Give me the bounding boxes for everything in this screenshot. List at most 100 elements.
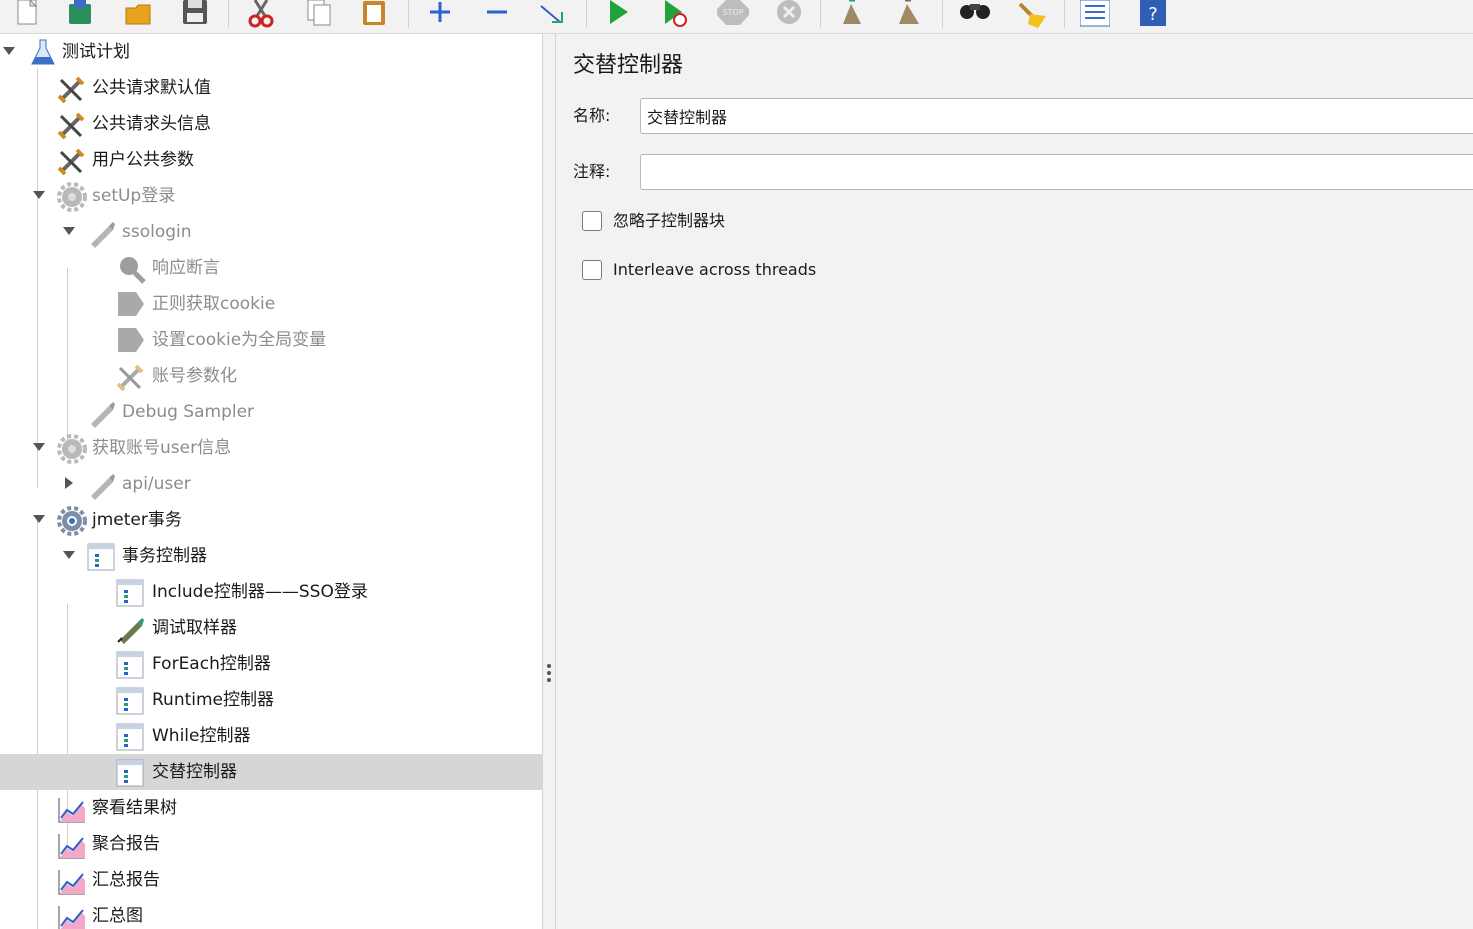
collapse-all-icon[interactable] <box>482 0 512 28</box>
splitter-grip-dot <box>547 664 551 668</box>
svg-text:?: ? <box>1148 4 1158 25</box>
config-tools-icon <box>57 74 87 104</box>
tree-node[interactable]: 事务控制器 <box>0 538 542 574</box>
stop-icon[interactable]: STOP <box>716 0 749 28</box>
tree-node-label: While控制器 <box>152 726 251 746</box>
config-tools-icon <box>57 146 87 176</box>
clear-all-icon[interactable] <box>895 0 925 28</box>
tree-node[interactable]: 察看结果树 <box>0 790 542 826</box>
tree-node[interactable]: 交替控制器 <box>0 754 542 790</box>
split-pane-divider[interactable] <box>543 34 556 929</box>
name-field[interactable] <box>640 98 1473 134</box>
tree-node[interactable]: 账号参数化 <box>0 358 542 394</box>
tree-node-label: ForEach控制器 <box>152 654 271 674</box>
shutdown-icon[interactable] <box>774 0 804 28</box>
tree-node[interactable]: 聚合报告 <box>0 826 542 862</box>
ignore-sub-controller-label: 忽略子控制器块 <box>613 211 726 230</box>
tree-node[interactable]: 调试取样器 <box>0 610 542 646</box>
tree-node-label: 账号参数化 <box>152 366 237 386</box>
expand-all-icon[interactable] <box>425 0 455 28</box>
post-processor-icon <box>116 326 146 356</box>
tree-node[interactable]: Debug Sampler <box>0 394 542 430</box>
expanded-triangle-icon[interactable] <box>63 551 75 559</box>
tree-node[interactable]: 获取账号user信息 <box>0 430 542 466</box>
tree-node[interactable]: setUp登录 <box>0 178 542 214</box>
tree-node[interactable]: 响应断言 <box>0 250 542 286</box>
tree-node-label: 用户公共参数 <box>92 150 194 170</box>
listener-graph-icon <box>57 866 87 896</box>
interleave-across-threads-label: Interleave across threads <box>613 260 817 279</box>
thread-group-gear-icon <box>57 506 87 536</box>
tree-node[interactable]: 汇总图 <box>0 898 542 929</box>
save-icon[interactable] <box>181 0 211 28</box>
help-icon[interactable]: ? <box>1140 0 1170 28</box>
controller-icon <box>87 542 117 572</box>
copy-icon[interactable] <box>304 0 334 28</box>
sampler-pen-icon <box>116 614 146 644</box>
tree-node-label: Runtime控制器 <box>152 690 275 710</box>
tree-node[interactable]: 设置cookie为全局变量 <box>0 322 542 358</box>
tree-node-label: 察看结果树 <box>92 798 177 818</box>
sampler-pen-icon <box>87 398 117 428</box>
tree-node[interactable]: jmeter事务 <box>0 502 542 538</box>
config-tools-icon <box>116 362 146 392</box>
splitter-grip-dot <box>547 678 551 682</box>
tree-node[interactable]: Include控制器——SSO登录 <box>0 574 542 610</box>
templates-icon[interactable] <box>66 0 96 28</box>
start-no-pauses-icon[interactable] <box>660 0 690 28</box>
tree-node[interactable]: While控制器 <box>0 718 542 754</box>
function-helper-icon[interactable] <box>1080 0 1110 28</box>
tree-node[interactable]: ssologin <box>0 214 542 250</box>
comment-field[interactable] <box>640 154 1473 190</box>
expanded-triangle-icon[interactable] <box>33 443 45 451</box>
controller-icon <box>116 686 146 716</box>
tree-node-label: Include控制器——SSO登录 <box>152 582 368 602</box>
search-icon[interactable] <box>958 0 990 28</box>
tree-node[interactable]: 用户公共参数 <box>0 142 542 178</box>
tree-node-label: Debug Sampler <box>122 402 255 422</box>
comment-label: 注释: <box>573 162 611 181</box>
tree-node-label: 公共请求头信息 <box>92 114 211 134</box>
tree-node-label: setUp登录 <box>92 186 176 206</box>
reset-search-icon[interactable] <box>1016 0 1046 28</box>
listener-graph-icon <box>57 902 87 929</box>
collapsed-triangle-icon[interactable] <box>65 477 73 489</box>
cut-icon[interactable] <box>246 0 276 28</box>
tree-node[interactable]: 汇总报告 <box>0 862 542 898</box>
listener-graph-icon <box>57 830 87 860</box>
controller-editor-panel: 交替控制器 名称: 注释: 忽略子控制器块 Interleave across … <box>556 34 1473 929</box>
name-label: 名称: <box>573 106 611 125</box>
tree-node[interactable]: Runtime控制器 <box>0 682 542 718</box>
tree-node-label: 汇总报告 <box>92 870 160 890</box>
open-folder-icon[interactable] <box>124 0 154 28</box>
start-icon[interactable] <box>604 0 634 28</box>
tree-node[interactable]: api/user <box>0 466 542 502</box>
new-document-icon[interactable] <box>12 0 42 28</box>
panel-title: 交替控制器 <box>573 53 684 78</box>
tree-node-label: jmeter事务 <box>92 510 182 530</box>
svg-text:STOP: STOP <box>722 8 743 17</box>
expanded-triangle-icon[interactable] <box>33 515 45 523</box>
splitter-grip-dot <box>547 671 551 675</box>
expanded-triangle-icon[interactable] <box>3 47 15 55</box>
tree-node[interactable]: ForEach控制器 <box>0 646 542 682</box>
assertion-icon <box>116 254 146 284</box>
interleave-across-threads-checkbox[interactable] <box>582 260 602 280</box>
tree-node-label: 响应断言 <box>152 258 220 278</box>
expanded-triangle-icon[interactable] <box>33 191 45 199</box>
tree-node-label: 正则获取cookie <box>152 294 276 314</box>
clear-icon[interactable] <box>837 0 867 28</box>
tree-node[interactable]: 正则获取cookie <box>0 286 542 322</box>
paste-icon[interactable] <box>360 0 390 28</box>
toolbar: STOP ? <box>0 0 1473 34</box>
test-plan-tree[interactable]: 测试计划公共请求默认值公共请求头信息 用户公共参数 setUp登录 ssologin 响… <box>0 34 543 929</box>
toggle-icon[interactable] <box>538 0 568 28</box>
ignore-sub-controller-checkbox[interactable] <box>582 211 602 231</box>
tree-node[interactable]: 公共请求默认值 <box>0 70 542 106</box>
tree-node[interactable]: 测试计划 <box>0 34 542 70</box>
tree-node-label: ssologin <box>122 222 192 242</box>
tree-node-label: 测试计划 <box>62 42 130 62</box>
expanded-triangle-icon[interactable] <box>63 227 75 235</box>
listener-graph-icon <box>57 794 87 824</box>
tree-node[interactable]: 公共请求头信息 <box>0 106 542 142</box>
